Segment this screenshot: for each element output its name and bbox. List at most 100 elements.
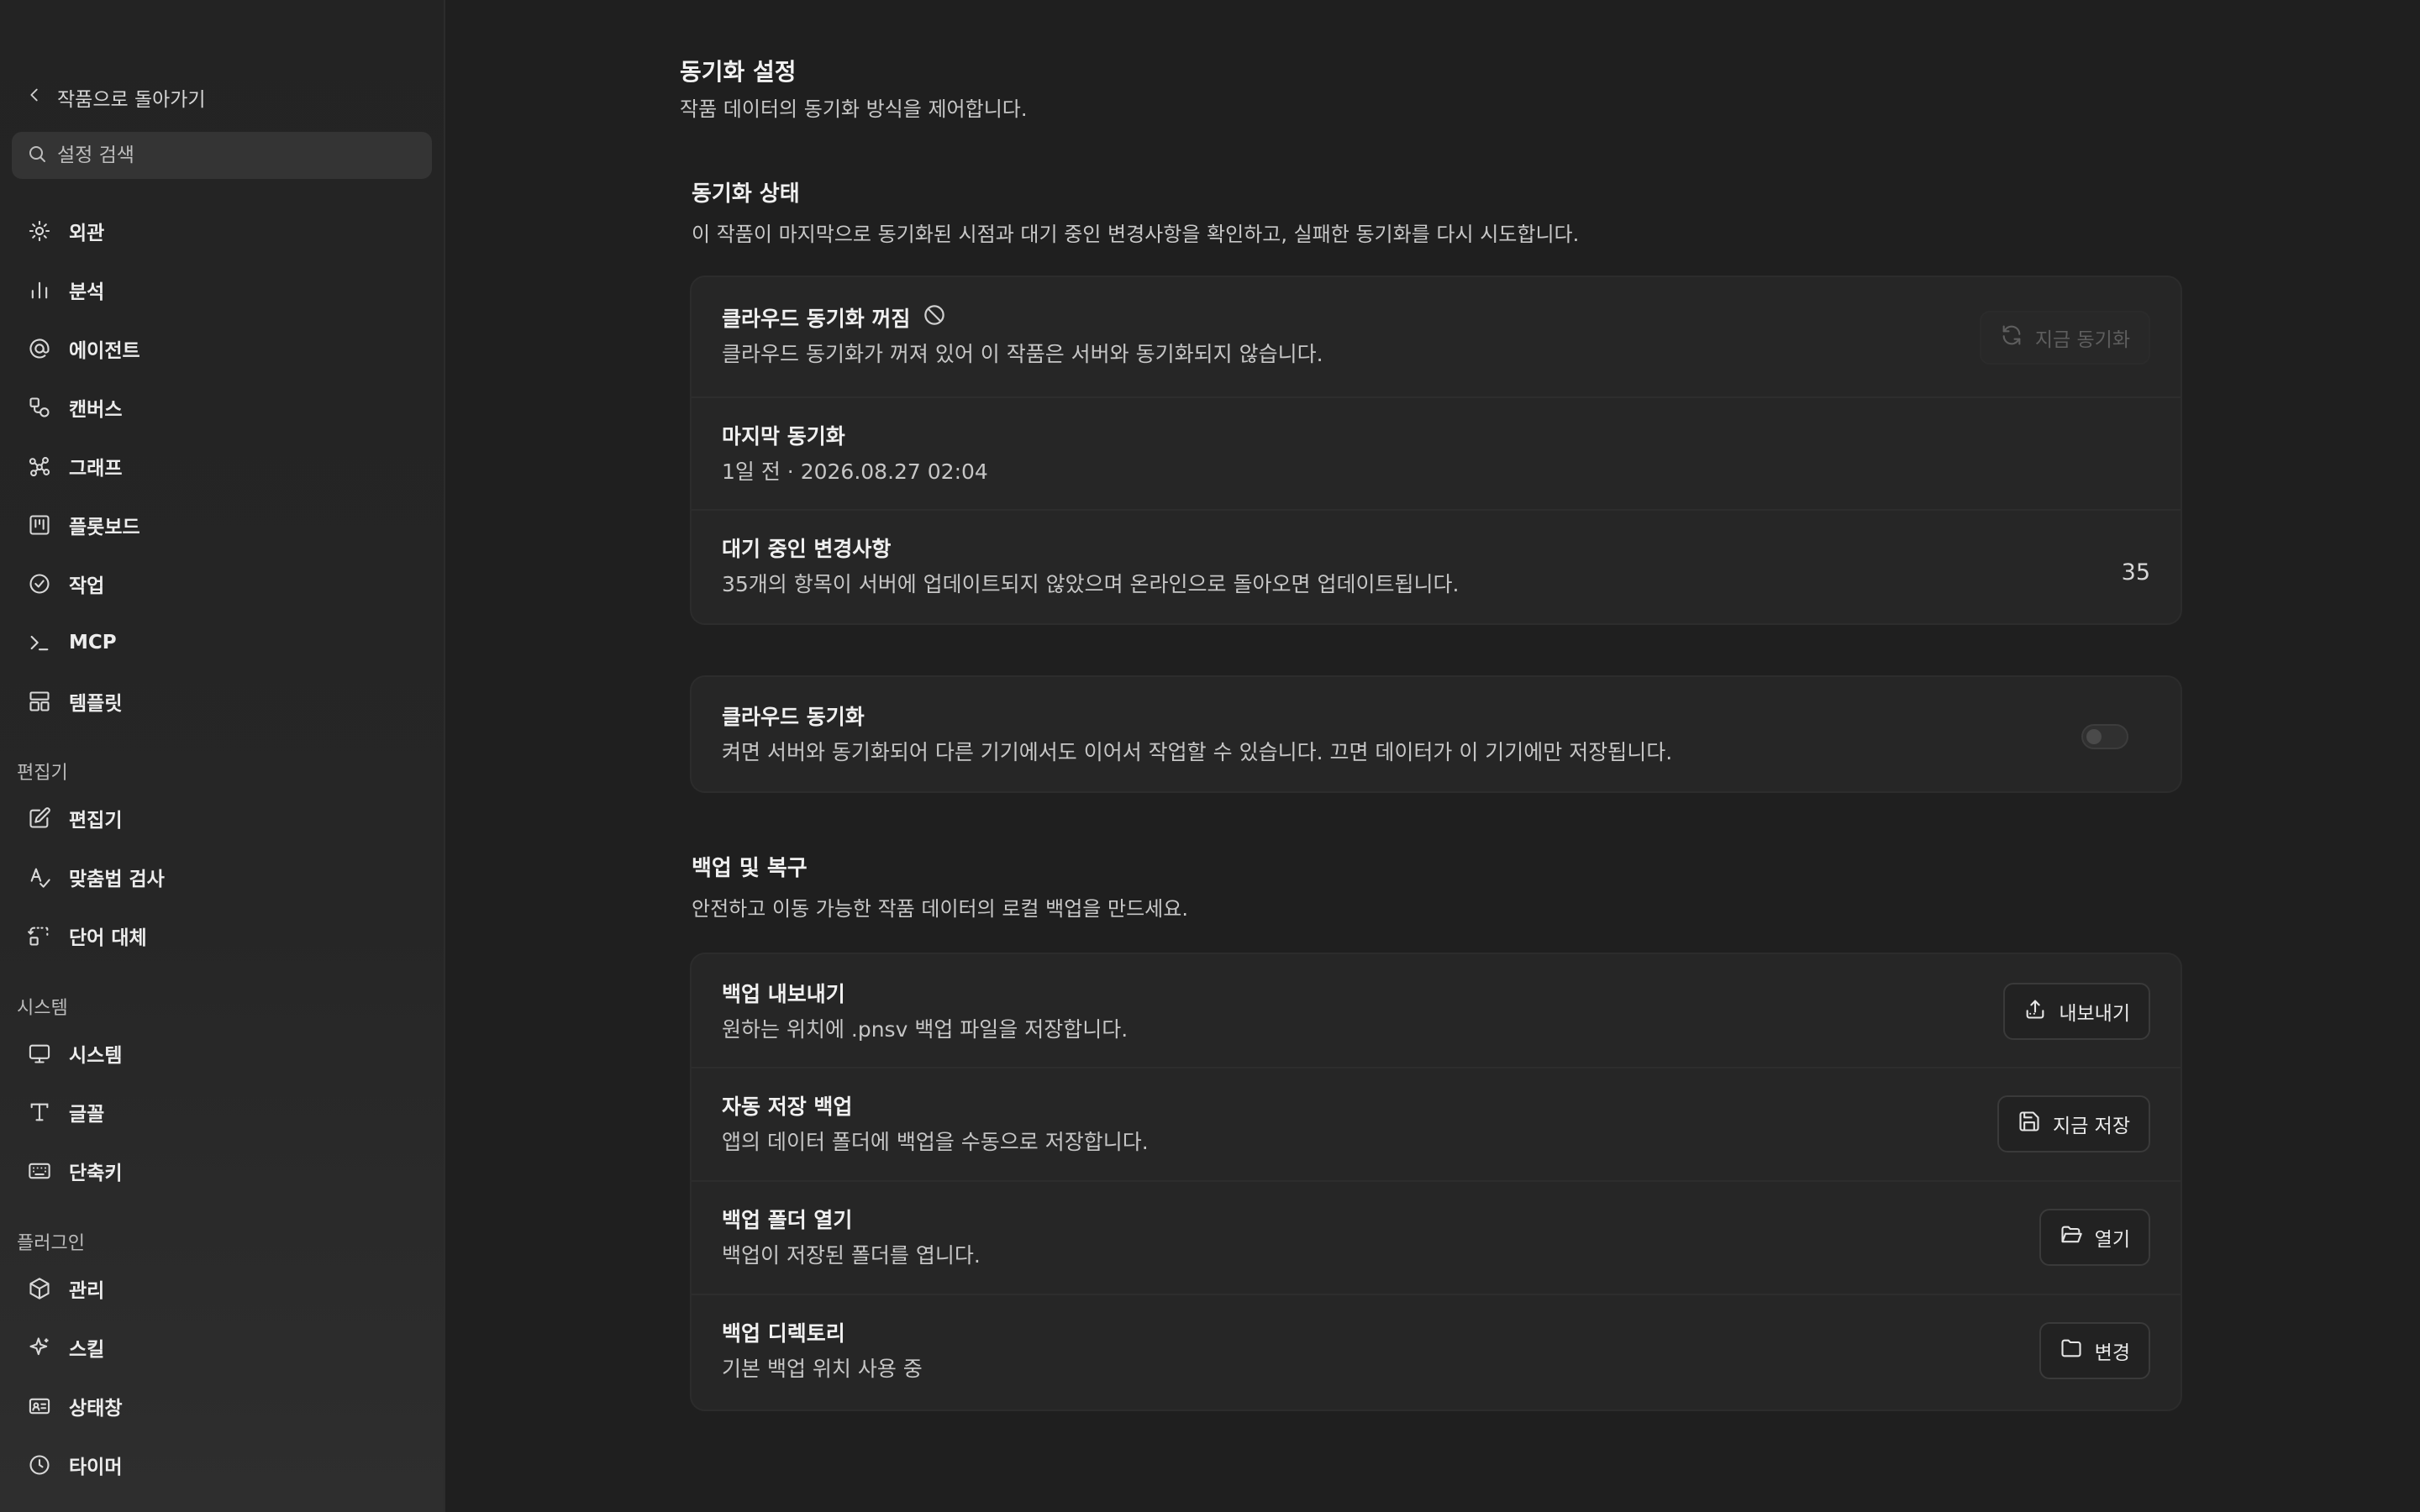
sync-now-button[interactable]: 지금 동기화 (1979, 311, 2150, 365)
sidebar-item-shortcuts[interactable]: 단축키 (12, 1147, 432, 1195)
sidebar-item-templates[interactable]: 템플릿 (12, 677, 432, 726)
sidebar-item-label: 맞춤법 검사 (69, 869, 165, 890)
cloud-sync-off-title: 클라우드 동기화 꺼짐 (722, 307, 911, 331)
ban-icon (922, 302, 947, 333)
sidebar-item-editor[interactable]: 편집기 (12, 794, 432, 843)
sidebar-item-label: 그래프 (69, 458, 123, 480)
sync-status-title: 동기화 상태 (692, 181, 800, 207)
sidebar-section-system: 시스템 (17, 998, 68, 1019)
cloud-sync-title: 클라우드 동기화 (722, 705, 865, 729)
sidebar-item-system[interactable]: 시스템 (12, 1029, 432, 1078)
sidebar-item-label: 스킬 (69, 1339, 105, 1361)
sidebar-item-label: 분석 (69, 281, 105, 303)
open-backup-folder-title: 백업 폴더 열기 (722, 1208, 853, 1232)
export-button[interactable]: 내보내기 (2003, 983, 2150, 1040)
refresh-icon (2000, 323, 2023, 352)
cloud-sync-toggle[interactable] (2081, 724, 2128, 749)
chevron-left-icon (25, 86, 44, 109)
page-description: 작품 데이터의 동기화 방식을 제어합니다. (680, 97, 1028, 121)
backup-card: 백업 내보내기 원하는 위치에 .pnsv 백업 파일을 저장합니다. 내보내기… (690, 953, 2182, 1411)
sidebar-item-mcp[interactable]: MCP (12, 618, 432, 667)
last-sync-title: 마지막 동기화 (722, 424, 845, 449)
last-sync-row: 마지막 동기화 1일 전 · 2026.08.27 02:04 (692, 398, 2181, 511)
search-icon (27, 144, 47, 167)
open-backup-folder-row: 백업 폴더 열기 백업이 저장된 폴더를 엽니다. 열기 (692, 1182, 2181, 1295)
sun-icon (27, 218, 52, 244)
backup-directory-description: 기본 백업 위치 사용 중 (722, 1357, 923, 1381)
sidebar-item-label: 글꼴 (69, 1104, 105, 1126)
folder-open-icon (2060, 1223, 2083, 1252)
cloud-sync-off-title-wrap: 클라우드 동기화 꺼짐 (722, 302, 947, 333)
autosave-backup-title: 자동 저장 백업 (722, 1095, 853, 1119)
back-link-label: 작품으로 돌아가기 (57, 89, 206, 111)
keyboard-icon (27, 1158, 52, 1184)
sidebar-item-label: 플롯보드 (69, 517, 140, 538)
open-folder-button[interactable]: 열기 (2039, 1209, 2150, 1266)
sidebar-item-appearance[interactable]: 외관 (12, 207, 432, 255)
backup-section-description: 안전하고 이동 가능한 작품 데이터의 로컬 백업을 만드세요. (692, 897, 1188, 921)
package-icon (27, 1276, 52, 1301)
at-sign-icon (27, 336, 52, 361)
backup-export-description: 원하는 위치에 .pnsv 백업 파일을 저장합니다. (722, 1017, 1128, 1042)
edit-square-icon (27, 806, 52, 831)
settings-search-box[interactable] (12, 132, 432, 179)
toggle-knob (2086, 729, 2102, 744)
settings-search-input[interactable] (57, 144, 418, 166)
sidebar-item-skills[interactable]: 스킬 (12, 1323, 432, 1372)
sidebar-item-status-window[interactable]: 상태창 (12, 1382, 432, 1431)
sidebar-item-plotboard[interactable]: 플롯보드 (12, 501, 432, 549)
sidebar-item-label: 상태창 (69, 1398, 123, 1420)
sidebar-item-fonts[interactable]: 글꼴 (12, 1088, 432, 1137)
sidebar-item-canvas[interactable]: 캔버스 (12, 383, 432, 432)
sync-status-description: 이 작품이 마지막으로 동기화된 시점과 대기 중인 변경사항을 확인하고, 실… (692, 223, 1580, 246)
change-directory-button[interactable]: 변경 (2039, 1322, 2150, 1379)
sparkles-icon (27, 1335, 52, 1360)
autosave-backup-description: 앱의 데이터 폴더에 백업을 수동으로 저장합니다. (722, 1130, 1149, 1154)
monitor-icon (27, 1041, 52, 1066)
sidebar-item-manage[interactable]: 관리 (12, 1264, 432, 1313)
save-icon (2018, 1110, 2041, 1138)
kanban-icon (27, 512, 52, 538)
graph-nodes-icon (27, 454, 52, 479)
cloud-sync-description: 켜면 서버와 동기화되어 다른 기기에서도 이어서 작업할 수 있습니다. 끄면… (722, 740, 1673, 764)
sidebar-item-label: MCP (69, 632, 117, 654)
cloud-sync-off-row: 클라우드 동기화 꺼짐 클라우드 동기화가 꺼져 있어 이 작품은 서버와 동기… (692, 277, 2181, 398)
last-sync-value: 1일 전 · 2026.08.27 02:04 (722, 459, 988, 484)
sync-status-card: 클라우드 동기화 꺼짐 클라우드 동기화가 꺼져 있어 이 작품은 서버와 동기… (690, 276, 2182, 625)
sidebar-item-agent[interactable]: 에이전트 (12, 324, 432, 373)
check-circle-icon (27, 571, 52, 596)
backup-export-row: 백업 내보내기 원하는 위치에 .pnsv 백업 파일을 저장합니다. 내보내기 (692, 954, 2181, 1068)
save-now-label: 지금 저장 (2053, 1116, 2130, 1137)
sidebar-item-label: 관리 (69, 1280, 105, 1302)
back-to-work-link[interactable]: 작품으로 돌아가기 (25, 81, 206, 114)
sidebar-item-word-replace[interactable]: 단어 대체 (12, 911, 432, 960)
sidebar-item-graph[interactable]: 그래프 (12, 442, 432, 491)
folder-icon (2060, 1336, 2083, 1365)
sidebar-item-label: 캔버스 (69, 399, 123, 421)
open-folder-label: 열기 (2094, 1229, 2130, 1251)
sidebar-item-tasks[interactable]: 작업 (12, 559, 432, 608)
pending-changes-description: 35개의 항목이 서버에 업데이트되지 않았으며 온라인으로 돌아오면 업데이트… (722, 572, 1460, 596)
type-icon (27, 1100, 52, 1125)
save-now-button[interactable]: 지금 저장 (1997, 1095, 2150, 1152)
layout-template-icon (27, 689, 52, 714)
replace-icon (27, 923, 52, 948)
canvas-shapes-icon (27, 395, 52, 420)
sidebar-section-editor: 편집기 (17, 763, 68, 784)
sidebar-item-timer[interactable]: 타이머 (12, 1441, 432, 1489)
sidebar-item-label: 단어 대체 (69, 927, 147, 949)
pending-changes-row: 대기 중인 변경사항 35개의 항목이 서버에 업데이트되지 않았으며 온라인으… (692, 511, 2181, 623)
sidebar-section-plugins: 플러그인 (17, 1233, 85, 1254)
sidebar-item-label: 편집기 (69, 810, 123, 832)
backup-directory-title: 백업 디렉토리 (722, 1321, 845, 1346)
terminal-icon (27, 630, 52, 655)
autosave-backup-row: 자동 저장 백업 앱의 데이터 폴더에 백업을 수동으로 저장합니다. 지금 저… (692, 1068, 2181, 1182)
sidebar-item-spell-check[interactable]: 맞춤법 검사 (12, 853, 432, 901)
export-button-label: 내보내기 (2059, 1003, 2130, 1025)
sidebar-item-label: 에이전트 (69, 340, 140, 362)
sync-now-label: 지금 동기화 (2034, 329, 2130, 351)
sidebar-item-analytics[interactable]: 분석 (12, 265, 432, 314)
pending-changes-count: 35 (2121, 559, 2150, 585)
backup-section-title: 백업 및 복구 (692, 856, 808, 881)
sidebar-item-label: 타이머 (69, 1457, 123, 1478)
